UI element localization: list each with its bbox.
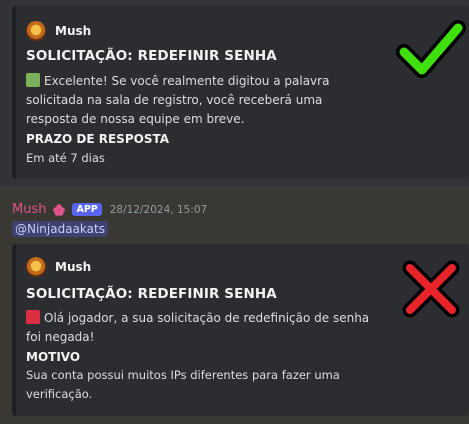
embed-description: Olá jogador, a sua solicitação de redefi… [26,309,376,347]
author-avatar[interactable] [26,257,46,277]
red-square-icon [26,310,40,324]
author-name[interactable]: Mush [55,24,91,38]
embed-approved: Mush SOLICITAÇÃO: REDEFINIR SENHA Excele… [12,6,469,179]
description-text: Excelente! Se você realmente digitou a p… [26,74,330,126]
author-avatar[interactable] [26,21,46,41]
description-text: Olá jogador, a sua solicitação de redefi… [26,311,370,344]
green-square-icon [26,73,40,87]
embed-author: Mush [26,257,91,277]
field-value: Em até 7 dias [26,151,105,165]
user-mention[interactable]: @Ninjadaakats [12,221,108,237]
check-mark-icon[interactable] [396,18,466,82]
embed-description: Excelente! Se você realmente digitou a p… [26,72,376,129]
field-name: MOTIVO [26,350,81,364]
embed-title: SOLICITAÇÃO: REDEFINIR SENHA [26,286,277,302]
role-flower-icon [53,203,66,216]
embed-author: Mush [26,21,91,41]
embed-denied: Mush SOLICITAÇÃO: REDEFINIR SENHA Olá jo… [12,244,469,416]
author-name[interactable]: Mush [55,260,91,274]
field-name: PRAZO DE RESPOSTA [26,132,169,146]
app-badge: APP [72,203,102,216]
field-value: Sua conta possui muitos IPs diferentes p… [26,368,340,401]
message-header: Mush APP 28/12/2024, 15:07 [12,202,207,217]
message-timestamp[interactable]: 28/12/2024, 15:07 [110,204,207,216]
cross-mark-icon[interactable] [400,258,462,320]
embed-title: SOLICITAÇÃO: REDEFINIR SENHA [26,48,277,64]
message-username[interactable]: Mush [12,202,46,217]
